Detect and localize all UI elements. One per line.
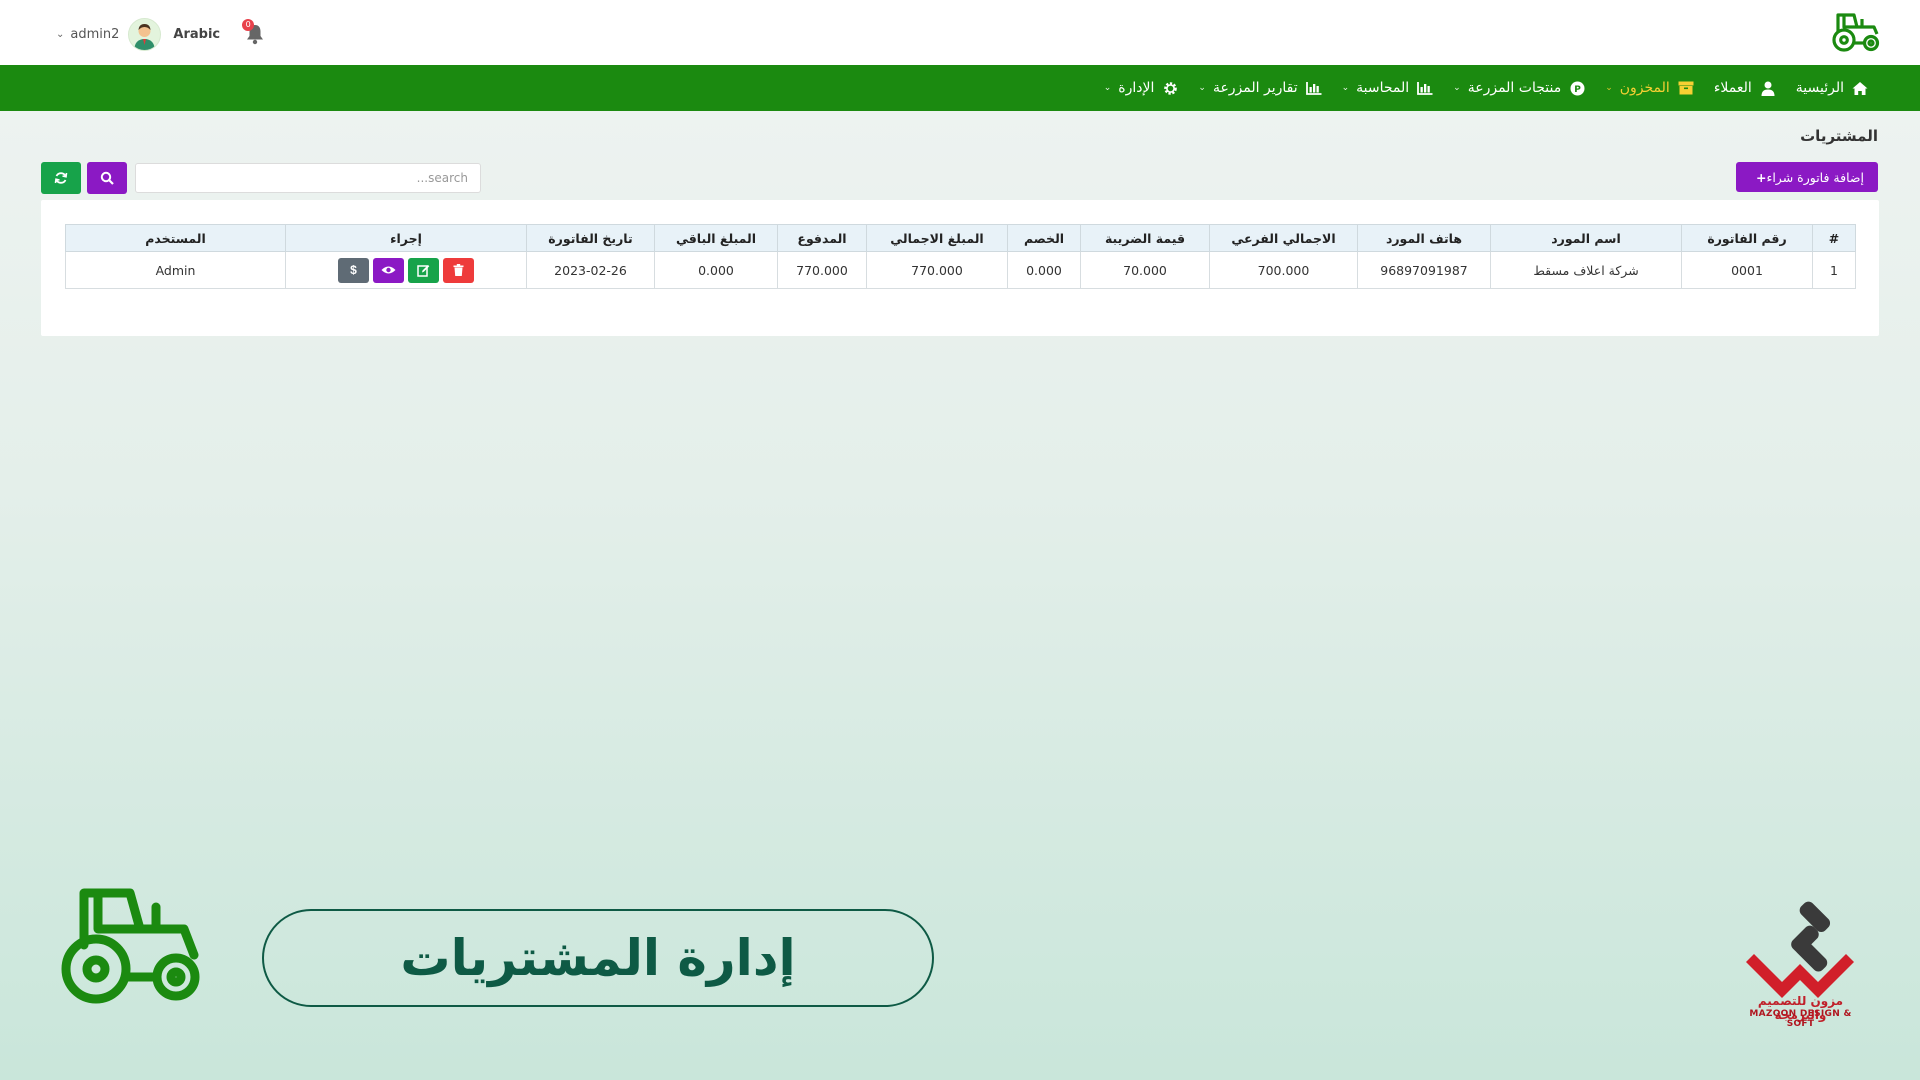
main-nav: الرئيسية العملاء المخزون ⌄ P منتجات المز… <box>0 65 1920 111</box>
column-header[interactable]: هاتف المورد <box>1357 224 1491 252</box>
search-button[interactable] <box>87 162 127 194</box>
column-header[interactable]: رقم الفاتورة <box>1681 224 1813 252</box>
cell-index: 1 <box>1812 251 1856 289</box>
view-button[interactable] <box>373 257 404 283</box>
eye-icon <box>381 266 396 274</box>
tractor-logo-icon[interactable] <box>1830 10 1882 54</box>
cell-tax: 70.000 <box>1080 251 1210 289</box>
cell-invoice-number: 0001 <box>1681 251 1813 289</box>
logo-caption-english: MAZOON DESIGN & SOFT <box>1749 1009 1852 1029</box>
column-header[interactable]: المستخدم <box>65 224 286 252</box>
nav-label: الإدارة <box>1118 80 1155 96</box>
product-icon: P <box>1569 80 1585 96</box>
nav-item-home[interactable]: الرئيسية <box>1786 65 1878 111</box>
tractor-icon <box>61 888 200 1004</box>
cell-discount: 0.000 <box>1007 251 1081 289</box>
chart-icon <box>1417 80 1433 96</box>
nav-label: المخزون <box>1619 80 1670 96</box>
row-actions: $ <box>338 257 474 283</box>
column-header[interactable]: المبلغ الاجمالي <box>866 224 1008 252</box>
cell-actions: $ <box>285 251 527 289</box>
user-name[interactable]: admin2 <box>70 27 119 42</box>
column-header[interactable]: إجراء <box>285 224 527 252</box>
column-header[interactable]: اسم المورد <box>1490 224 1682 252</box>
top-header: ⌄ admin2 Arabic 0 <box>0 0 1920 65</box>
edit-icon <box>417 264 430 277</box>
notifications[interactable]: 0 <box>242 19 268 47</box>
nav-label: تقارير المزرعة <box>1212 80 1298 96</box>
cell-subtotal: 700.000 <box>1209 251 1358 289</box>
cell-total: 770.000 <box>866 251 1008 289</box>
table-header-row: # رقم الفاتورة اسم المورد هاتف المورد ال… <box>65 224 1856 252</box>
purchases-card: # رقم الفاتورة اسم المورد هاتف المورد ال… <box>41 200 1879 336</box>
chevron-down-icon: ⌄ <box>1198 83 1206 93</box>
nav-item-farm-reports[interactable]: تقارير المزرعة ⌄ <box>1188 65 1331 111</box>
chevron-down-icon: ⌄ <box>1605 83 1613 93</box>
purchases-table: # رقم الفاتورة اسم المورد هاتف المورد ال… <box>65 224 1856 289</box>
page-title: المشتريات <box>1800 127 1878 145</box>
gear-icon <box>1162 80 1178 96</box>
nav-item-administration[interactable]: الإدارة ⌄ <box>1094 65 1189 111</box>
nav-label: العملاء <box>1713 80 1752 96</box>
column-header[interactable]: قيمة الضريبة <box>1080 224 1210 252</box>
edit-button[interactable] <box>408 257 439 283</box>
svg-text:P: P <box>1574 85 1581 95</box>
promo-title: إدارة المشتريات <box>400 929 796 987</box>
nav-label: الرئيسية <box>1795 80 1844 96</box>
nav-item-accounting[interactable]: المحاسبة ⌄ <box>1332 65 1444 111</box>
cell-user: Admin <box>65 251 286 289</box>
box-icon <box>1678 80 1694 96</box>
delete-button[interactable] <box>443 257 474 283</box>
column-header[interactable]: تاريخ الفاتورة <box>526 224 655 252</box>
chevron-down-icon: ⌄ <box>1341 83 1350 93</box>
cell-paid: 770.000 <box>777 251 867 289</box>
nav-item-inventory[interactable]: المخزون ⌄ <box>1595 65 1704 111</box>
search-toolbar <box>41 162 481 194</box>
search-icon <box>100 171 114 185</box>
search-input[interactable] <box>135 163 481 193</box>
user-icon <box>1760 80 1776 96</box>
cell-supplier-phone[interactable]: 96897091987 <box>1357 251 1491 289</box>
plus-icon: + <box>1755 169 1767 185</box>
table-row: 1 0001 شركة اعلاف مسقط 96897091987 700.0… <box>65 251 1856 289</box>
promo-banner: إدارة المشتريات <box>262 909 934 1007</box>
column-header[interactable]: # <box>1812 224 1856 252</box>
add-button-label: إضافة فاتورة شراء <box>1766 169 1864 185</box>
home-icon <box>1852 80 1868 96</box>
nav-label: منتجات المزرعة <box>1467 80 1562 96</box>
cell-invoice-date: 2023-02-26 <box>526 251 655 289</box>
pay-button[interactable]: $ <box>338 257 369 283</box>
trash-icon <box>453 264 464 276</box>
cell-remaining: 0.000 <box>654 251 778 289</box>
language-switch[interactable]: Arabic <box>173 27 220 42</box>
avatar[interactable] <box>128 17 162 51</box>
chevron-down-icon: ⌄ <box>1453 83 1461 93</box>
nav-item-farm-products[interactable]: P منتجات المزرعة ⌄ <box>1443 65 1595 111</box>
cell-supplier-name: شركة اعلاف مسقط <box>1490 251 1682 289</box>
add-purchase-invoice-button[interactable]: + إضافة فاتورة شراء <box>1735 162 1878 192</box>
refresh-button[interactable] <box>41 162 81 194</box>
nav-label: المحاسبة <box>1356 80 1410 96</box>
column-header[interactable]: المبلغ الباقي <box>654 224 778 252</box>
dollar-icon: $ <box>350 263 357 277</box>
column-header[interactable]: الخصم <box>1007 224 1081 252</box>
column-header[interactable]: الاجمالي الفرعي <box>1209 224 1358 252</box>
user-area: ⌄ admin2 Arabic 0 <box>56 17 268 51</box>
user-menu-caret-icon[interactable]: ⌄ <box>56 29 64 40</box>
chart-icon <box>1305 80 1322 96</box>
chevron-down-icon: ⌄ <box>1103 83 1112 93</box>
nav-item-customers[interactable]: العملاء <box>1704 65 1786 111</box>
column-header[interactable]: المدفوع <box>777 224 867 252</box>
refresh-icon <box>54 172 68 184</box>
